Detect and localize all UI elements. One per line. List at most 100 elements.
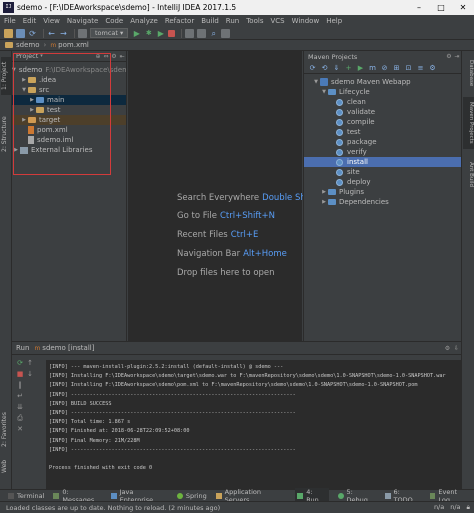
chevron-right-icon[interactable]: ▶ <box>28 95 36 105</box>
project-structure-icon[interactable] <box>185 28 195 38</box>
menu-edit[interactable]: Edit <box>23 17 37 25</box>
chevron-right-icon[interactable]: ▶ <box>12 145 20 155</box>
maven-plugins-node[interactable]: ▶ Plugins <box>304 187 461 197</box>
run-config-select[interactable]: tomcat ▾ <box>90 28 129 38</box>
menu-tools[interactable]: Tools <box>246 17 263 25</box>
menu-code[interactable]: Code <box>105 17 123 25</box>
gear-icon[interactable]: ⚙ <box>443 345 452 352</box>
chevron-right-icon[interactable]: ▶ <box>320 187 328 197</box>
tree-item-sdemo[interactable]: ▼ sdemo F:\IDEAworkspace\sdemo <box>12 65 126 75</box>
caret-position[interactable]: n/a <box>434 503 444 512</box>
sync-icon[interactable]: ⟳ <box>28 29 37 38</box>
down-icon[interactable]: ↓ <box>26 370 34 378</box>
rerun-icon[interactable]: ⟳ <box>16 359 24 367</box>
tab-web[interactable]: Web <box>1 457 11 475</box>
console-output[interactable]: [INFO] --- maven-install-plugin:2.5.2:in… <box>46 360 461 490</box>
download-icon[interactable]: ⇓ <box>332 64 341 72</box>
scroll-end-icon[interactable]: ⇊ <box>16 403 24 411</box>
run-icon[interactable]: ▶ <box>356 64 365 72</box>
maven-goal-clean[interactable]: clean <box>304 97 461 107</box>
maven-goal-verify[interactable]: verify <box>304 147 461 157</box>
tab-favorites[interactable]: 2: Favorites <box>1 411 11 449</box>
maven-goal-validate[interactable]: validate <box>304 107 461 117</box>
tree-item-src[interactable]: ▼ src <box>12 85 126 95</box>
menu-build[interactable]: Build <box>201 17 219 25</box>
build-icon[interactable] <box>78 28 87 38</box>
chevron-down-icon[interactable]: ▼ <box>20 85 28 95</box>
run-icon[interactable]: ▶ <box>132 29 141 38</box>
chevron-down-icon[interactable]: ▼ <box>320 87 328 97</box>
save-all-icon[interactable] <box>16 28 25 38</box>
tab-structure[interactable]: 2: Structure <box>1 111 11 157</box>
breadcrumb-project[interactable]: sdemo <box>16 41 40 49</box>
tree-item-idea[interactable]: ▶ .idea <box>12 75 126 85</box>
close-button[interactable]: ✕ <box>452 0 474 15</box>
tab-database[interactable]: Database <box>463 55 474 91</box>
add-icon[interactable]: + <box>344 64 353 72</box>
tree-item-target[interactable]: ▶ target <box>12 115 126 125</box>
hide-icon[interactable]: ⇤ <box>118 53 126 60</box>
maven-goal-site[interactable]: site <box>304 167 461 177</box>
up-icon[interactable]: ↑ <box>26 359 34 367</box>
tree-item-pom[interactable]: pom.xml <box>12 125 126 135</box>
tree-item-main[interactable]: ▶ main <box>12 95 126 105</box>
chevron-right-icon[interactable]: ▶ <box>320 197 328 207</box>
debug-icon[interactable]: ✱ <box>144 29 153 38</box>
collapse-icon[interactable]: ≡ <box>416 64 425 72</box>
editor-empty-area[interactable]: Search Everywhere Double Shift Go to File… <box>128 51 314 341</box>
offline-icon[interactable]: ⊘ <box>380 64 389 72</box>
tree-item-iml[interactable]: sdemo.iml <box>12 135 126 145</box>
minimize-button[interactable]: – <box>408 0 430 15</box>
chevron-down-icon[interactable]: ▼ <box>12 65 16 75</box>
scroll-from-source-icon[interactable]: ⊕ <box>94 53 102 60</box>
maven-goal-compile[interactable]: compile <box>304 117 461 127</box>
sdk-icon[interactable] <box>197 28 207 38</box>
menu-run[interactable]: Run <box>226 17 239 25</box>
tab-project[interactable]: 1: Project <box>1 57 11 95</box>
menu-view[interactable]: View <box>43 17 60 25</box>
menu-window[interactable]: Window <box>292 17 320 25</box>
wrap-icon[interactable]: ↵ <box>16 392 24 400</box>
stop-icon[interactable]: ■ <box>16 370 24 378</box>
maven-goal-install[interactable]: install <box>304 157 461 167</box>
search-icon[interactable]: ⌕ <box>209 29 218 38</box>
tree-item-test[interactable]: ▶ test <box>12 105 126 115</box>
tab-terminal[interactable]: Terminal <box>8 492 44 500</box>
menu-refactor[interactable]: Refactor <box>165 17 194 25</box>
tab-maven-projects[interactable]: Maven Projects <box>463 97 474 149</box>
tree-item-external-libraries[interactable]: ▶ External Libraries <box>12 145 126 155</box>
chevron-right-icon[interactable]: ▶ <box>20 75 28 85</box>
gear-icon[interactable]: ⚙ <box>445 53 453 60</box>
gear-icon[interactable]: ⚙ <box>110 53 118 60</box>
chevron-down-icon[interactable]: ▾ <box>40 53 43 59</box>
menu-vcs[interactable]: VCS <box>270 17 284 25</box>
tab-ant-build[interactable]: Ant Build <box>463 155 474 193</box>
help-icon[interactable] <box>221 28 231 38</box>
maven-goal-package[interactable]: package <box>304 137 461 147</box>
skip-tests-icon[interactable]: ⊞ <box>392 64 401 72</box>
chevron-right-icon[interactable]: ▶ <box>20 115 28 125</box>
print-icon[interactable]: ⎙ <box>16 414 24 422</box>
diagram-icon[interactable]: ⊡ <box>404 64 413 72</box>
maven-project-node[interactable]: ▼ sdemo Maven Webapp <box>304 77 461 87</box>
run-tab-sdemo-install[interactable]: sdemo [install] <box>42 344 94 352</box>
stop-icon[interactable] <box>168 29 176 37</box>
reimport-icon[interactable]: ⟳ <box>308 64 317 72</box>
menu-file[interactable]: File <box>4 17 16 25</box>
chevron-down-icon[interactable]: ▼ <box>312 77 320 87</box>
panel-title[interactable]: Project <box>16 52 38 60</box>
hide-icon[interactable]: ⇥ <box>453 53 461 60</box>
vcs-status[interactable]: n/a <box>450 503 460 512</box>
lock-icon[interactable]: 🔒︎ <box>467 503 470 512</box>
back-arrow-icon[interactable]: ← <box>47 29 56 38</box>
hide-icon[interactable]: ⇩ <box>452 345 461 352</box>
maximize-button[interactable]: □ <box>430 0 452 15</box>
maven-goal-icon[interactable]: m <box>368 64 377 72</box>
maven-goal-deploy[interactable]: deploy <box>304 177 461 187</box>
open-folder-icon[interactable] <box>4 28 13 38</box>
maven-dependencies-node[interactable]: ▶ Dependencies <box>304 197 461 207</box>
clear-icon[interactable]: ✕ <box>16 425 24 433</box>
generate-sources-icon[interactable]: ⟲ <box>320 64 329 72</box>
pause-icon[interactable]: ‖ <box>16 381 24 389</box>
tab-spring[interactable]: Spring <box>176 492 207 500</box>
